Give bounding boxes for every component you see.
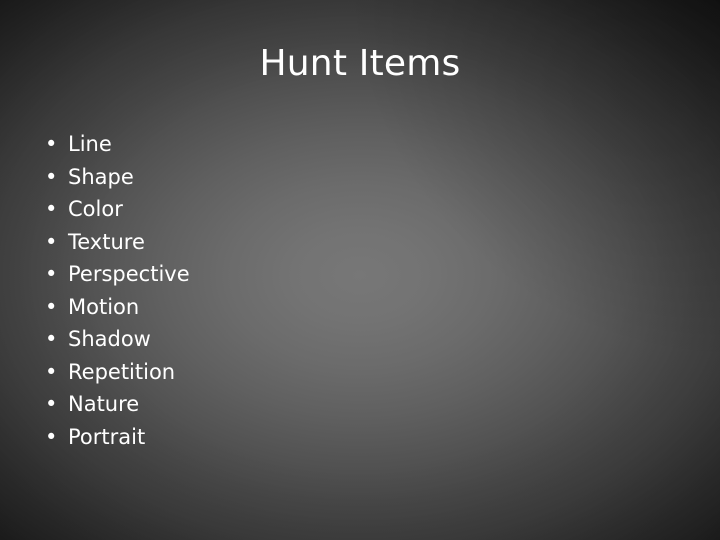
list-item-label: Line xyxy=(68,132,112,156)
slide-title: Hunt Items xyxy=(259,43,461,84)
bullet-icon: • xyxy=(45,262,58,286)
list-item-label: Nature xyxy=(68,392,140,416)
bullet-icon: • xyxy=(45,424,58,449)
bullet-icon: • xyxy=(45,359,58,384)
list-item-label: Repetition xyxy=(68,359,176,384)
list-item: • Line xyxy=(38,128,190,161)
list-item: • Nature xyxy=(38,388,190,421)
list-item-label: Portrait xyxy=(68,424,146,449)
list-item-label: Shape xyxy=(68,164,134,189)
list-item: • Portrait xyxy=(38,421,190,454)
bullet-icon: • xyxy=(45,392,58,416)
bullet-icon: • xyxy=(45,164,58,189)
list-item: • Shape xyxy=(38,161,190,194)
list-item: • Shadow xyxy=(38,323,190,356)
bullet-icon: • xyxy=(45,132,58,156)
slide-content: Hunt Items • Line • Shape • Color • Text… xyxy=(0,0,720,540)
presentation-slide: Hunt Items • Line • Shape • Color • Text… xyxy=(0,0,720,540)
list-item: • Perspective xyxy=(38,258,190,291)
bullet-icon: • xyxy=(45,197,58,221)
list-item: • Color xyxy=(38,193,190,226)
bullet-icon: • xyxy=(45,294,58,319)
list-item-label: Shadow xyxy=(68,327,151,351)
list-item: • Motion xyxy=(38,291,190,324)
list-item-label: Perspective xyxy=(68,262,190,286)
list-item-label: Color xyxy=(68,197,123,221)
bullet-icon: • xyxy=(45,229,58,254)
list-item-label: Texture xyxy=(68,229,145,254)
list-item: • Repetition xyxy=(38,356,190,389)
list-item-label: Motion xyxy=(68,294,140,319)
list-item: • Texture xyxy=(38,226,190,259)
hunt-items-list: • Line • Shape • Color • Texture • Persp… xyxy=(38,128,190,453)
bullet-icon: • xyxy=(45,327,58,351)
